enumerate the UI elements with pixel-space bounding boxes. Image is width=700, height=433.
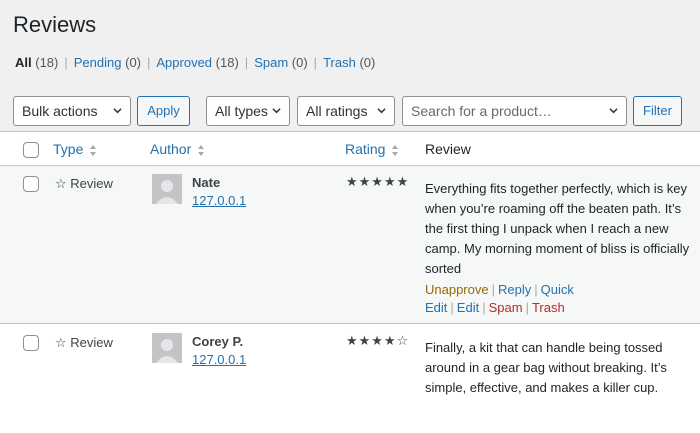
bulk-actions-value: Bulk actions: [22, 103, 98, 119]
author-ip-link[interactable]: 127.0.0.1: [192, 352, 246, 367]
apply-button[interactable]: Apply: [137, 96, 190, 126]
type-filter-value: All types: [215, 103, 268, 119]
row-checkbox[interactable]: [23, 176, 39, 192]
spam-link[interactable]: Spam: [489, 300, 523, 315]
filter-button[interactable]: Filter: [633, 96, 682, 126]
table-row: ☆ Review Corey P. 127.0.0.1 ★★★★☆ Finall…: [0, 325, 700, 433]
separator: |: [482, 300, 486, 315]
separator: |: [147, 55, 151, 70]
rating-stars: ★★★★★: [346, 174, 410, 189]
chevron-down-icon: [609, 108, 618, 114]
chevron-down-icon: [113, 108, 122, 114]
column-rating-sort[interactable]: Rating: [345, 141, 399, 157]
column-review-label: Review: [425, 141, 471, 157]
bulk-actions-select[interactable]: Bulk actions: [13, 96, 131, 126]
separator: |: [64, 55, 68, 70]
row-actions: Unapprove | Reply | Quick Edit | Edit | Spam | Tra…: [425, 281, 697, 317]
table-header: Type Author Rating Review: [0, 132, 700, 166]
separator: |: [534, 282, 538, 297]
sort-icon: [198, 144, 205, 156]
edit-link[interactable]: Edit: [457, 300, 479, 315]
sort-icon: [392, 144, 399, 156]
page-title: Reviews: [13, 12, 97, 37]
separator: |: [491, 282, 495, 297]
row-checkbox[interactable]: [23, 335, 39, 351]
filter-pending[interactable]: Pending (0): [74, 55, 141, 70]
product-search-placeholder: Search for a product…: [411, 103, 552, 119]
rating-filter-select[interactable]: All ratings: [297, 96, 395, 126]
filter-spam[interactable]: Spam (0): [254, 55, 307, 70]
column-author-sort[interactable]: Author: [150, 141, 205, 157]
rating-stars: ★★★★☆: [346, 333, 410, 348]
column-type-sort[interactable]: Type: [53, 141, 97, 157]
review-text: Everything fits together perfectly, whic…: [425, 181, 690, 276]
chevron-down-icon: [377, 108, 386, 114]
separator: |: [313, 55, 318, 70]
unapprove-link[interactable]: Unapprove: [425, 282, 489, 297]
column-type-label: Type: [53, 141, 84, 157]
product-search-select[interactable]: Search for a product…: [402, 96, 627, 126]
table-row: ☆ Review Nate 127.0.0.1 ★★★★★ Everything…: [0, 166, 700, 324]
chevron-down-icon: [272, 108, 281, 114]
review-text: Finally, a kit that can handle being tos…: [425, 340, 667, 395]
review-type: ☆ Review: [55, 335, 113, 350]
filter-all[interactable]: All (18): [15, 55, 58, 70]
author-name: Nate: [192, 175, 221, 190]
author-name: Corey P.: [192, 334, 244, 349]
status-filter-links: All (18) | Pending (0) | Approved (18) | Spam …: [15, 55, 375, 70]
type-filter-select[interactable]: All types: [206, 96, 290, 126]
trash-link[interactable]: Trash: [532, 300, 565, 315]
reply-link[interactable]: Reply: [498, 282, 531, 297]
avatar: [152, 174, 182, 204]
reviews-table: Type Author Rating Review ☆ Review Nate …: [0, 131, 700, 433]
separator: |: [450, 300, 454, 315]
separator: |: [525, 300, 529, 315]
filter-trash[interactable]: Trash (0): [323, 55, 375, 70]
filter-approved[interactable]: Approved (18): [156, 55, 238, 70]
review-type: ☆ Review: [55, 176, 113, 191]
sort-icon: [90, 144, 97, 156]
author-ip-link[interactable]: 127.0.0.1: [192, 193, 246, 208]
column-rating-label: Rating: [345, 141, 386, 157]
column-author-label: Author: [150, 141, 192, 157]
select-all-checkbox[interactable]: [23, 142, 39, 158]
separator: |: [244, 55, 249, 70]
rating-filter-value: All ratings: [306, 103, 368, 119]
avatar: [152, 333, 182, 363]
